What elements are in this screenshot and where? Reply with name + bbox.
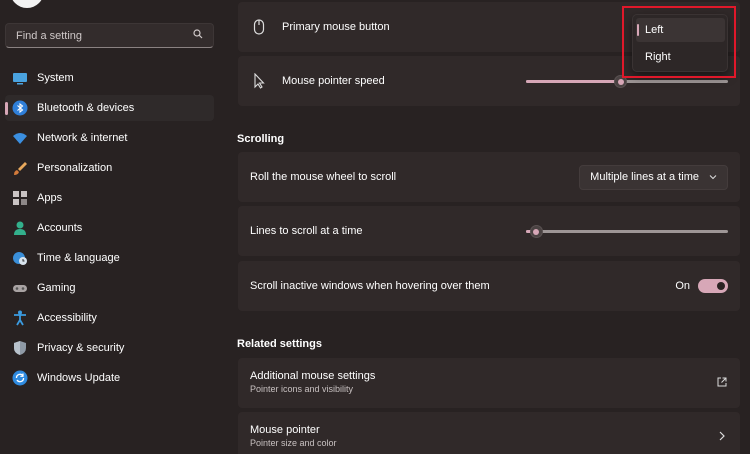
accessibility-icon (12, 310, 28, 326)
sidebar-item-system[interactable]: System (5, 65, 214, 91)
monitor-icon (12, 70, 28, 86)
sidebar-item-accounts[interactable]: Accounts (5, 215, 214, 241)
mouse-icon (251, 19, 267, 35)
sidebar-item-time-language[interactable]: Time & language (5, 245, 214, 271)
sidebar-item-label: Bluetooth & devices (37, 102, 135, 114)
sidebar-item-network[interactable]: Network & internet (5, 125, 214, 151)
search-icon (193, 29, 203, 42)
mouse-pointer-subtitle: Pointer size and color (250, 438, 337, 448)
sidebar-item-label: Personalization (37, 162, 113, 174)
sidebar-item-label: Windows Update (37, 372, 121, 384)
sidebar-item-label: Network & internet (37, 132, 128, 144)
open-external-icon (717, 377, 727, 390)
additional-mouse-settings-row[interactable]: Additional mouse settings Pointer icons … (238, 358, 740, 408)
update-icon (12, 370, 28, 386)
scroll-inactive-label: Scroll inactive windows when hovering ov… (250, 280, 490, 292)
scroll-wheel-dropdown[interactable]: Multiple lines at a time (579, 164, 728, 190)
search-input[interactable]: Find a setting (5, 23, 214, 48)
brush-icon (12, 160, 28, 176)
sidebar-item-label: Time & language (37, 252, 120, 264)
bluetooth-icon (12, 100, 28, 116)
globe-clock-icon (12, 250, 28, 266)
additional-mouse-settings-title: Additional mouse settings (250, 370, 376, 382)
sidebar-item-personalization[interactable]: Personalization (5, 155, 214, 181)
scroll-inactive-toggle[interactable] (698, 279, 728, 293)
sidebar-item-windows-update[interactable]: Windows Update (5, 365, 214, 391)
active-indicator (5, 102, 8, 115)
related-settings-title: Related settings (237, 338, 322, 350)
scrolling-section-title: Scrolling (237, 133, 285, 145)
pointer-arrow-icon (251, 72, 267, 89)
sidebar: Find a setting System Bluetooth & device… (0, 0, 222, 454)
lines-to-scroll-label: Lines to scroll at a time (250, 225, 363, 237)
pointer-speed-fill (526, 80, 621, 83)
scroll-wheel-row: Roll the mouse wheel to scroll Multiple … (238, 152, 740, 202)
sidebar-item-accessibility[interactable]: Accessibility (5, 305, 214, 331)
sidebar-item-label: Accessibility (37, 312, 97, 324)
sidebar-item-privacy[interactable]: Privacy & security (5, 335, 214, 361)
shield-icon (12, 340, 28, 356)
scroll-inactive-state: On (675, 280, 690, 292)
sidebar-item-label: System (37, 72, 74, 84)
search-placeholder: Find a setting (16, 29, 83, 42)
gamepad-icon (12, 280, 28, 296)
primary-mouse-button-label: Primary mouse button (282, 21, 390, 33)
apps-icon (12, 190, 28, 206)
sidebar-item-gaming[interactable]: Gaming (5, 275, 214, 301)
sidebar-item-label: Privacy & security (37, 342, 125, 354)
scroll-inactive-row: Scroll inactive windows when hovering ov… (238, 261, 740, 311)
sidebar-item-label: Apps (37, 192, 63, 204)
pointer-speed-label: Mouse pointer speed (282, 75, 385, 87)
scroll-wheel-label: Roll the mouse wheel to scroll (250, 171, 397, 183)
mouse-pointer-row[interactable]: Mouse pointer Pointer size and color (238, 412, 740, 454)
person-icon (12, 220, 28, 236)
chevron-down-icon (709, 171, 717, 183)
mouse-pointer-title: Mouse pointer (250, 424, 320, 436)
scroll-wheel-value: Multiple lines at a time (590, 171, 699, 183)
chevron-right-icon (719, 431, 725, 444)
lines-to-scroll-track[interactable] (526, 230, 728, 233)
sidebar-item-label: Accounts (37, 222, 83, 234)
highlight-annotation-box (622, 6, 736, 78)
sidebar-item-apps[interactable]: Apps (5, 185, 214, 211)
sidebar-item-bluetooth[interactable]: Bluetooth & devices (5, 95, 214, 121)
additional-mouse-settings-subtitle: Pointer icons and visibility (250, 384, 354, 394)
wifi-icon (12, 130, 28, 146)
lines-to-scroll-thumb[interactable] (529, 225, 543, 238)
avatar[interactable] (10, 0, 44, 8)
sidebar-item-label: Gaming (37, 282, 76, 294)
